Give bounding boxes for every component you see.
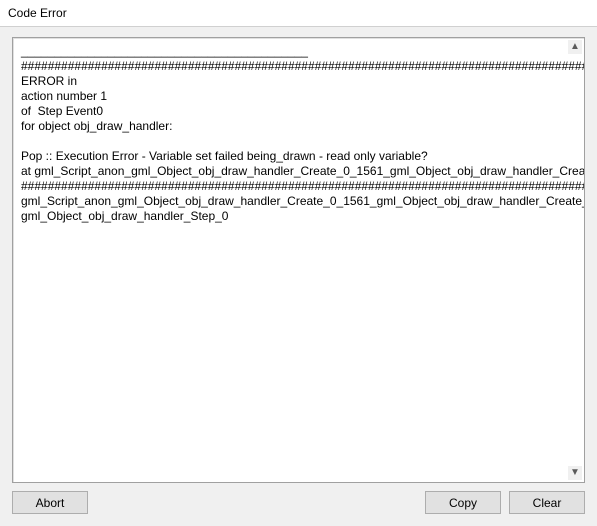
copy-button[interactable]: Copy: [425, 491, 501, 514]
window-title: Code Error: [0, 0, 597, 27]
button-spacer: [96, 491, 417, 514]
clear-button[interactable]: Clear: [509, 491, 585, 514]
client-area: ________________________________________…: [0, 27, 597, 526]
scroll-down-icon[interactable]: ▼: [568, 466, 582, 480]
abort-button[interactable]: Abort: [12, 491, 88, 514]
button-row: Abort Copy Clear: [12, 483, 585, 514]
error-dialog: Code Error _____________________________…: [0, 0, 597, 526]
error-text-container: ________________________________________…: [12, 37, 585, 483]
error-text[interactable]: ________________________________________…: [13, 38, 584, 482]
scroll-up-icon[interactable]: ▲: [568, 40, 582, 54]
